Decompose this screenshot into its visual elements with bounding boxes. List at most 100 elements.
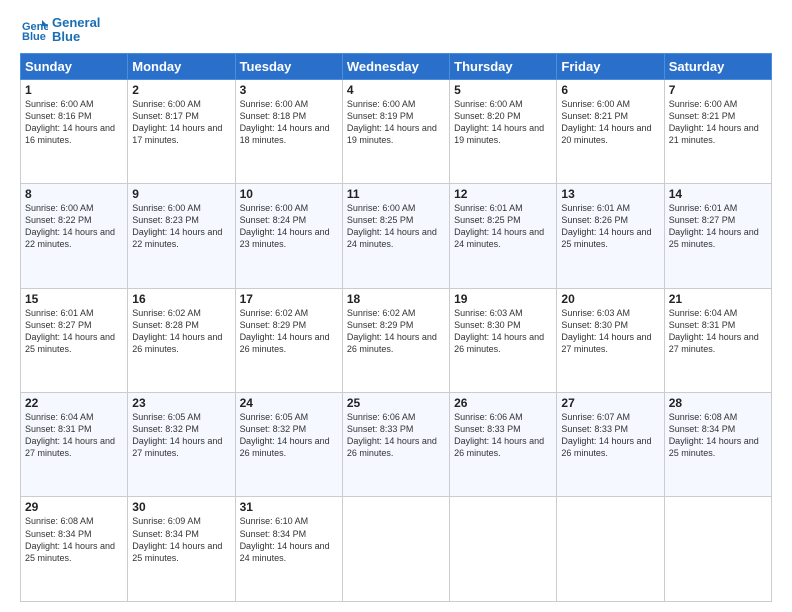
calendar-day-cell: 21 Sunrise: 6:04 AMSunset: 8:31 PMDaylig… [664,288,771,392]
day-detail: Sunrise: 6:00 AMSunset: 8:24 PMDaylight:… [240,202,338,251]
calendar-day-cell: 13 Sunrise: 6:01 AMSunset: 8:26 PMDaylig… [557,184,664,288]
calendar-day-cell: 23 Sunrise: 6:05 AMSunset: 8:32 PMDaylig… [128,393,235,497]
day-of-week-header: Wednesday [342,53,449,79]
day-number: 31 [240,500,338,514]
calendar-day-cell: 9 Sunrise: 6:00 AMSunset: 8:23 PMDayligh… [128,184,235,288]
day-detail: Sunrise: 6:00 AMSunset: 8:20 PMDaylight:… [454,98,552,147]
calendar-day-cell: 20 Sunrise: 6:03 AMSunset: 8:30 PMDaylig… [557,288,664,392]
day-detail: Sunrise: 6:00 AMSunset: 8:25 PMDaylight:… [347,202,445,251]
day-number: 16 [132,292,230,306]
calendar-day-cell: 7 Sunrise: 6:00 AMSunset: 8:21 PMDayligh… [664,79,771,183]
calendar-day-cell: 29 Sunrise: 6:08 AMSunset: 8:34 PMDaylig… [21,497,128,602]
calendar-day-cell: 8 Sunrise: 6:00 AMSunset: 8:22 PMDayligh… [21,184,128,288]
day-detail: Sunrise: 6:04 AMSunset: 8:31 PMDaylight:… [669,307,767,356]
day-detail: Sunrise: 6:02 AMSunset: 8:29 PMDaylight:… [240,307,338,356]
calendar-day-cell: 18 Sunrise: 6:02 AMSunset: 8:29 PMDaylig… [342,288,449,392]
calendar-day-cell: 5 Sunrise: 6:00 AMSunset: 8:20 PMDayligh… [450,79,557,183]
day-number: 11 [347,187,445,201]
calendar-day-cell: 1 Sunrise: 6:00 AMSunset: 8:16 PMDayligh… [21,79,128,183]
day-number: 14 [669,187,767,201]
day-detail: Sunrise: 6:03 AMSunset: 8:30 PMDaylight:… [454,307,552,356]
day-number: 30 [132,500,230,514]
day-detail: Sunrise: 6:04 AMSunset: 8:31 PMDaylight:… [25,411,123,460]
calendar-day-cell: 25 Sunrise: 6:06 AMSunset: 8:33 PMDaylig… [342,393,449,497]
day-number: 27 [561,396,659,410]
day-detail: Sunrise: 6:00 AMSunset: 8:18 PMDaylight:… [240,98,338,147]
day-detail: Sunrise: 6:00 AMSunset: 8:22 PMDaylight:… [25,202,123,251]
day-number: 17 [240,292,338,306]
day-number: 6 [561,83,659,97]
calendar-day-cell: 10 Sunrise: 6:00 AMSunset: 8:24 PMDaylig… [235,184,342,288]
day-number: 9 [132,187,230,201]
day-number: 20 [561,292,659,306]
day-number: 24 [240,396,338,410]
day-detail: Sunrise: 6:02 AMSunset: 8:29 PMDaylight:… [347,307,445,356]
calendar-day-cell: 4 Sunrise: 6:00 AMSunset: 8:19 PMDayligh… [342,79,449,183]
day-detail: Sunrise: 6:01 AMSunset: 8:27 PMDaylight:… [669,202,767,251]
day-detail: Sunrise: 6:00 AMSunset: 8:17 PMDaylight:… [132,98,230,147]
day-number: 8 [25,187,123,201]
day-number: 15 [25,292,123,306]
calendar-day-cell: 22 Sunrise: 6:04 AMSunset: 8:31 PMDaylig… [21,393,128,497]
day-of-week-header: Friday [557,53,664,79]
calendar-week-row: 15 Sunrise: 6:01 AMSunset: 8:27 PMDaylig… [21,288,772,392]
day-detail: Sunrise: 6:00 AMSunset: 8:16 PMDaylight:… [25,98,123,147]
day-number: 23 [132,396,230,410]
day-detail: Sunrise: 6:01 AMSunset: 8:25 PMDaylight:… [454,202,552,251]
calendar-week-row: 1 Sunrise: 6:00 AMSunset: 8:16 PMDayligh… [21,79,772,183]
calendar-table: SundayMondayTuesdayWednesdayThursdayFrid… [20,53,772,602]
day-detail: Sunrise: 6:02 AMSunset: 8:28 PMDaylight:… [132,307,230,356]
calendar-day-cell: 27 Sunrise: 6:07 AMSunset: 8:33 PMDaylig… [557,393,664,497]
day-number: 19 [454,292,552,306]
calendar-day-cell: 17 Sunrise: 6:02 AMSunset: 8:29 PMDaylig… [235,288,342,392]
day-detail: Sunrise: 6:00 AMSunset: 8:19 PMDaylight:… [347,98,445,147]
day-number: 3 [240,83,338,97]
day-number: 13 [561,187,659,201]
calendar-day-cell: 16 Sunrise: 6:02 AMSunset: 8:28 PMDaylig… [128,288,235,392]
svg-text:Blue: Blue [22,31,46,43]
calendar-day-cell: 24 Sunrise: 6:05 AMSunset: 8:32 PMDaylig… [235,393,342,497]
calendar-day-cell: 26 Sunrise: 6:06 AMSunset: 8:33 PMDaylig… [450,393,557,497]
logo-icon: General Blue [20,16,48,44]
day-detail: Sunrise: 6:08 AMSunset: 8:34 PMDaylight:… [25,515,123,564]
calendar-day-cell: 6 Sunrise: 6:00 AMSunset: 8:21 PMDayligh… [557,79,664,183]
logo: General Blue GeneralBlue [20,16,100,45]
day-detail: Sunrise: 6:10 AMSunset: 8:34 PMDaylight:… [240,515,338,564]
calendar-day-cell: 11 Sunrise: 6:00 AMSunset: 8:25 PMDaylig… [342,184,449,288]
calendar-day-cell: 2 Sunrise: 6:00 AMSunset: 8:17 PMDayligh… [128,79,235,183]
calendar-week-row: 8 Sunrise: 6:00 AMSunset: 8:22 PMDayligh… [21,184,772,288]
calendar-day-cell: 28 Sunrise: 6:08 AMSunset: 8:34 PMDaylig… [664,393,771,497]
day-of-week-header: Tuesday [235,53,342,79]
day-number: 5 [454,83,552,97]
day-of-week-row: SundayMondayTuesdayWednesdayThursdayFrid… [21,53,772,79]
day-detail: Sunrise: 6:01 AMSunset: 8:27 PMDaylight:… [25,307,123,356]
calendar-body: 1 Sunrise: 6:00 AMSunset: 8:16 PMDayligh… [21,79,772,601]
day-number: 12 [454,187,552,201]
calendar-day-cell [342,497,449,602]
calendar-day-cell [664,497,771,602]
day-number: 28 [669,396,767,410]
day-number: 29 [25,500,123,514]
day-number: 26 [454,396,552,410]
day-detail: Sunrise: 6:00 AMSunset: 8:21 PMDaylight:… [669,98,767,147]
day-number: 18 [347,292,445,306]
day-detail: Sunrise: 6:00 AMSunset: 8:21 PMDaylight:… [561,98,659,147]
calendar-week-row: 29 Sunrise: 6:08 AMSunset: 8:34 PMDaylig… [21,497,772,602]
day-detail: Sunrise: 6:06 AMSunset: 8:33 PMDaylight:… [347,411,445,460]
calendar-page: General Blue GeneralBlue SundayMondayTue… [0,0,792,612]
day-number: 21 [669,292,767,306]
calendar-day-cell: 14 Sunrise: 6:01 AMSunset: 8:27 PMDaylig… [664,184,771,288]
day-detail: Sunrise: 6:03 AMSunset: 8:30 PMDaylight:… [561,307,659,356]
day-of-week-header: Monday [128,53,235,79]
calendar-day-cell: 12 Sunrise: 6:01 AMSunset: 8:25 PMDaylig… [450,184,557,288]
calendar-day-cell: 31 Sunrise: 6:10 AMSunset: 8:34 PMDaylig… [235,497,342,602]
day-number: 7 [669,83,767,97]
day-detail: Sunrise: 6:01 AMSunset: 8:26 PMDaylight:… [561,202,659,251]
calendar-day-cell: 30 Sunrise: 6:09 AMSunset: 8:34 PMDaylig… [128,497,235,602]
calendar-day-cell: 19 Sunrise: 6:03 AMSunset: 8:30 PMDaylig… [450,288,557,392]
day-detail: Sunrise: 6:05 AMSunset: 8:32 PMDaylight:… [132,411,230,460]
day-of-week-header: Saturday [664,53,771,79]
day-number: 1 [25,83,123,97]
calendar-day-cell [557,497,664,602]
day-detail: Sunrise: 6:07 AMSunset: 8:33 PMDaylight:… [561,411,659,460]
